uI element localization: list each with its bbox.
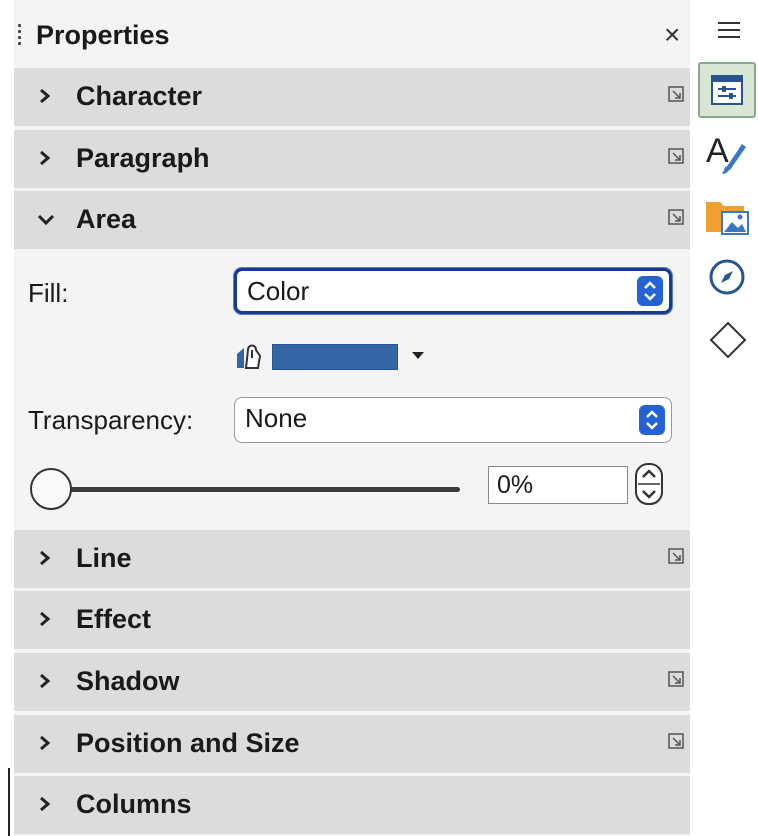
tab-gallery[interactable] xyxy=(698,188,756,244)
chevron-right-icon xyxy=(40,611,51,627)
section-label: Columns xyxy=(76,789,192,819)
tab-styles[interactable]: A xyxy=(698,124,756,180)
shapes-icon xyxy=(709,321,747,359)
panel-titlebar: Properties × xyxy=(14,10,690,64)
section-paragraph[interactable]: Paragraph xyxy=(14,130,690,188)
section-label: Line xyxy=(76,543,132,573)
chevron-right-icon xyxy=(40,796,51,812)
tab-properties[interactable] xyxy=(698,62,756,118)
svg-text:A: A xyxy=(706,132,729,170)
section-line[interactable]: Line xyxy=(14,530,690,588)
select-spin-icon xyxy=(639,405,665,435)
fill-select[interactable]: Color xyxy=(234,268,672,314)
paint-bucket-icon xyxy=(237,344,262,369)
more-options-icon[interactable] xyxy=(668,548,686,566)
sidebar-menu-icon[interactable] xyxy=(718,22,740,40)
section-character[interactable]: Character xyxy=(14,68,690,126)
section-effect[interactable]: Effect xyxy=(14,591,690,649)
fill-label: Fill: xyxy=(28,278,69,308)
more-options-icon[interactable] xyxy=(668,86,686,104)
transparency-slider-track[interactable] xyxy=(60,487,460,492)
styles-icon: A xyxy=(706,132,746,174)
panel-title: Properties xyxy=(36,20,170,50)
fill-color-swatch xyxy=(272,344,398,370)
section-position-and-size[interactable]: Position and Size xyxy=(14,715,690,773)
section-label: Paragraph xyxy=(76,143,210,173)
tab-shapes[interactable] xyxy=(698,314,756,370)
section-label: Area xyxy=(76,204,137,234)
chevron-right-icon xyxy=(40,673,51,689)
chevron-right-icon xyxy=(40,735,51,751)
transparency-select-value: None xyxy=(245,403,308,433)
drag-grip-icon[interactable] xyxy=(18,24,22,54)
transparency-select[interactable]: None xyxy=(234,397,672,443)
section-label: Position and Size xyxy=(76,728,300,758)
sidebar-tabbar: A xyxy=(694,0,758,836)
fill-select-value: Color xyxy=(247,276,310,306)
navigator-icon xyxy=(709,259,745,295)
chevron-right-icon xyxy=(40,550,51,566)
chevron-down-icon xyxy=(37,214,55,226)
chevron-right-icon xyxy=(40,150,51,166)
more-options-icon[interactable] xyxy=(668,671,686,689)
select-spin-icon xyxy=(637,276,663,306)
section-shadow[interactable]: Shadow xyxy=(14,653,690,711)
more-options-icon[interactable] xyxy=(668,209,686,227)
percent-stepper[interactable] xyxy=(634,462,664,506)
section-label: Shadow xyxy=(76,666,180,696)
transparency-slider-knob[interactable] xyxy=(30,468,72,510)
transparency-label: Transparency: xyxy=(28,405,194,435)
gallery-icon xyxy=(706,202,749,235)
fill-color-button[interactable] xyxy=(234,340,434,374)
section-label: Character xyxy=(76,81,203,111)
transparency-percent-field[interactable]: 0% xyxy=(488,466,628,504)
section-area[interactable]: Area xyxy=(14,191,690,249)
close-button[interactable]: × xyxy=(664,20,680,50)
more-options-icon[interactable] xyxy=(668,733,686,751)
section-columns[interactable]: Columns xyxy=(14,776,690,834)
chevron-right-icon xyxy=(40,88,51,104)
section-label: Effect xyxy=(76,604,152,634)
dropdown-arrow-icon xyxy=(412,352,424,359)
more-options-icon[interactable] xyxy=(668,148,686,166)
properties-icon xyxy=(711,75,743,105)
window-edge-divider xyxy=(8,768,10,836)
tab-navigator[interactable] xyxy=(698,250,756,306)
